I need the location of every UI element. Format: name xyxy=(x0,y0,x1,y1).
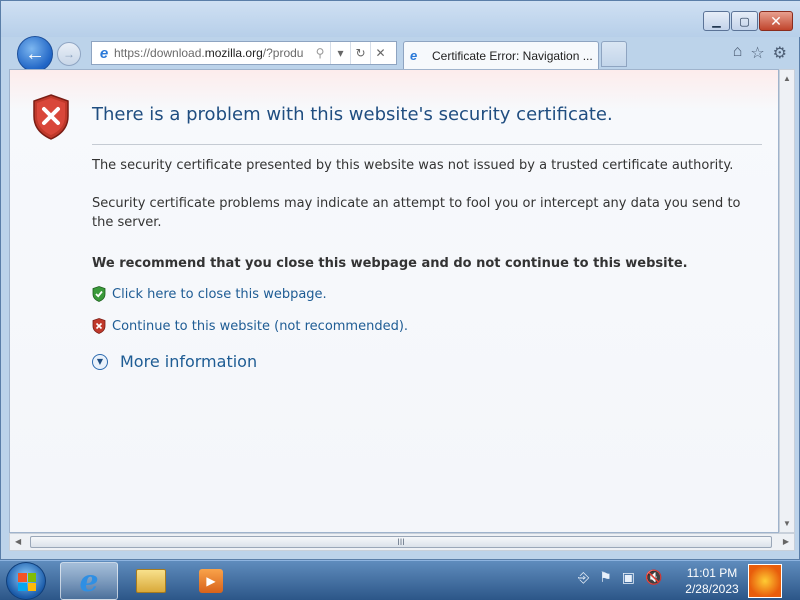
vertical-scrollbar[interactable]: ▲ ▼ xyxy=(779,69,795,533)
home-icon[interactable]: ⌂ xyxy=(733,43,743,63)
scroll-thumb[interactable]: III xyxy=(30,536,772,548)
forward-button[interactable]: → xyxy=(57,42,81,66)
scroll-right-icon[interactable]: ▶ xyxy=(783,537,789,546)
expand-chevron-icon: ▼ xyxy=(92,353,108,370)
browser-window: ▁ ▢ ✕ ← → e https://download.mozilla.org… xyxy=(0,0,800,560)
tools-gear-icon[interactable]: ⚙ xyxy=(773,43,787,63)
action-center-flag-icon[interactable]: ⚑ xyxy=(599,569,612,586)
more-information-label[interactable]: More information xyxy=(120,352,257,371)
shield-error-icon xyxy=(33,94,69,140)
minimize-button[interactable]: ▁ xyxy=(703,11,730,31)
favorites-icon[interactable]: ☆ xyxy=(750,43,764,63)
continue-website-link[interactable]: Continue to this website (not recommende… xyxy=(92,318,408,334)
horizontal-scrollbar[interactable]: ◀ III ▶ xyxy=(9,533,795,551)
new-tab-button[interactable] xyxy=(601,41,627,67)
folder-icon xyxy=(136,569,166,593)
close-window-button[interactable]: ✕ xyxy=(759,11,793,31)
windows-logo-icon xyxy=(18,573,36,591)
shield-x-icon xyxy=(92,318,106,334)
maximize-button[interactable]: ▢ xyxy=(731,11,758,31)
address-prefix: https://download. xyxy=(114,46,205,60)
clock-date: 2/28/2023 xyxy=(685,582,739,596)
address-domain: mozilla.org xyxy=(204,46,263,60)
taskbar-media-player[interactable]: ▶ xyxy=(182,562,240,600)
system-tray: ⎆ ⚑ ▣ 🔇 xyxy=(578,569,662,586)
media-player-icon: ▶ xyxy=(199,569,223,593)
divider xyxy=(92,144,762,145)
search-icon[interactable]: ⚲ xyxy=(310,42,330,64)
scroll-up-icon[interactable]: ▲ xyxy=(783,74,791,83)
taskbar: e ▶ ⎆ ⚑ ▣ 🔇 11:01 PM 2/28/2023 xyxy=(0,560,800,600)
tab-title: Certificate Error: Navigation ... xyxy=(432,48,593,63)
show-desktop-button[interactable] xyxy=(748,564,782,598)
network-icon[interactable]: ⎆ xyxy=(578,569,589,586)
address-input[interactable]: https://download.mozilla.org/?produ xyxy=(114,46,310,60)
cert-warning-text: Security certificate problems may indica… xyxy=(92,196,741,230)
address-dropdown-icon[interactable]: ▾ xyxy=(330,42,350,64)
caption-buttons: ▁ ▢ ✕ xyxy=(703,11,793,31)
title-bar: ▁ ▢ ✕ xyxy=(1,1,800,37)
ie-page-icon: e xyxy=(99,44,109,62)
scroll-down-icon[interactable]: ▼ xyxy=(783,519,791,528)
display-icon[interactable]: ▣ xyxy=(622,569,635,586)
navigation-bar: ← → e https://download.mozilla.org/?prod… xyxy=(1,33,800,72)
shield-check-icon xyxy=(92,286,106,302)
stop-icon[interactable]: ✕ xyxy=(370,42,390,64)
address-bar[interactable]: e https://download.mozilla.org/?produ ⚲ … xyxy=(91,41,397,65)
close-webpage-link[interactable]: Click here to close this webpage. xyxy=(92,286,327,302)
taskbar-internet-explorer[interactable]: e xyxy=(60,562,118,600)
back-button[interactable]: ← xyxy=(17,36,53,72)
cert-issue-text: The security certificate presented by th… xyxy=(92,158,734,173)
taskbar-file-explorer[interactable] xyxy=(122,562,180,600)
scroll-grip: III xyxy=(397,537,405,547)
clock-time: 11:01 PM xyxy=(686,566,738,580)
page-content: There is a problem with this website's s… xyxy=(9,69,779,533)
recommendation-text: We recommend that you close this webpage… xyxy=(92,256,688,271)
volume-muted-icon[interactable]: 🔇 xyxy=(645,569,662,586)
tab-certificate-error[interactable]: e Certificate Error: Navigation ... xyxy=(403,41,599,69)
internet-explorer-icon: e xyxy=(79,563,99,599)
page-title: There is a problem with this website's s… xyxy=(92,104,613,125)
clock[interactable]: 11:01 PM 2/28/2023 xyxy=(682,565,742,597)
continue-website-label[interactable]: Continue to this website (not recommende… xyxy=(112,319,408,334)
address-suffix: /?produ xyxy=(262,46,304,60)
more-information-toggle[interactable]: ▼ More information xyxy=(92,352,257,371)
start-button[interactable] xyxy=(6,562,46,600)
ie-tab-icon: e xyxy=(410,47,418,63)
refresh-icon[interactable]: ↻ xyxy=(350,42,370,64)
close-webpage-label[interactable]: Click here to close this webpage. xyxy=(112,287,327,302)
scroll-left-icon[interactable]: ◀ xyxy=(15,537,21,546)
command-icons: ⌂ ☆ ⚙ xyxy=(733,43,787,63)
